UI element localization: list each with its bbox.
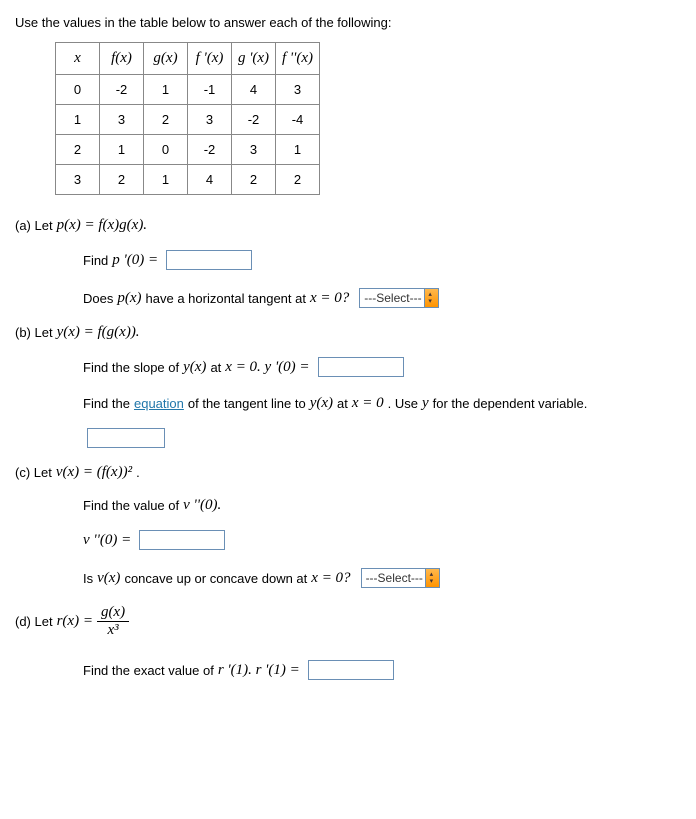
c-conc-expr: v(x) — [97, 570, 120, 587]
b-tan2: of the tangent line to — [188, 396, 306, 411]
b-tan1: Find the — [83, 396, 130, 411]
c-conc1: Is — [83, 571, 93, 586]
table-header-row: x f(x) g(x) f '(x) g '(x) f ''(x) — [56, 43, 320, 75]
input-c-vpp0[interactable] — [139, 530, 225, 550]
part-d-label: (d) Let — [15, 614, 53, 629]
frac-den: x³ — [97, 622, 129, 639]
input-a-pprime0[interactable] — [166, 250, 252, 270]
part-b-def: y(x) = f(g(x)). — [57, 324, 140, 341]
part-a-find-expr: p '(0) = — [112, 252, 158, 269]
input-d-rprime1[interactable] — [308, 660, 394, 680]
part-d: (d) Let r(x) = g(x) x³ Find the exact va… — [15, 604, 681, 680]
input-b-tangent[interactable] — [87, 428, 165, 448]
select-a-horizontal[interactable]: ---Select--- — [359, 288, 438, 308]
part-b: (b) Let y(x) = f(g(x)). Find the slope o… — [15, 324, 681, 448]
b-slope-expr1: y(x) — [183, 359, 206, 376]
c-find-expr: v ''(0). — [183, 497, 221, 514]
b-tan5: for the dependent variable. — [433, 396, 588, 411]
a-horiz-expr: p(x) — [117, 290, 141, 307]
d-find-expr: r '(1). r '(1) = — [218, 662, 300, 679]
th-fppx: f ''(x) — [276, 43, 320, 75]
part-a-find: Find — [83, 253, 108, 268]
th-gx: g(x) — [144, 43, 188, 75]
b-slope1: Find the slope of — [83, 360, 179, 375]
input-b-yprime0[interactable] — [318, 357, 404, 377]
intro-text: Use the values in the table below to ans… — [15, 15, 681, 30]
table-row: 0-21-143 — [56, 75, 320, 105]
select-placeholder: ---Select--- — [366, 571, 425, 585]
chevron-updown-icon — [425, 569, 439, 587]
b-tan-at: x = 0 — [352, 395, 384, 412]
th-fpx: f '(x) — [188, 43, 232, 75]
c-find: Find the value of — [83, 498, 179, 513]
part-a-label: (a) Let — [15, 218, 53, 233]
a-horiz1: Does — [83, 291, 113, 306]
part-a-def: p(x) = f(x)g(x). — [57, 217, 147, 234]
table-row: 210-231 — [56, 135, 320, 165]
table-row: 1323-2-4 — [56, 105, 320, 135]
equation-link[interactable]: equation — [134, 396, 184, 411]
frac-num: g(x) — [97, 604, 129, 622]
th-fx: f(x) — [100, 43, 144, 75]
th-x: x — [56, 43, 100, 75]
data-table: x f(x) g(x) f '(x) g '(x) f ''(x) 0-21-1… — [55, 42, 320, 195]
part-c-label: (c) Let — [15, 465, 52, 480]
part-c-period: . — [136, 465, 140, 480]
part-b-label: (b) Let — [15, 325, 53, 340]
c-eq: v ''(0) = — [83, 532, 131, 549]
d-find1: Find the exact value of — [83, 663, 214, 678]
c-conc-at: x = 0? — [311, 570, 350, 587]
d-rlhs: r(x) = — [57, 613, 93, 630]
b-tan-var: y — [422, 395, 429, 412]
table-row: 321422 — [56, 165, 320, 195]
part-c-def: v(x) = (f(x))² — [56, 464, 132, 481]
th-gpx: g '(x) — [232, 43, 276, 75]
b-tan4: . Use — [388, 396, 418, 411]
select-c-concavity[interactable]: ---Select--- — [361, 568, 440, 588]
a-horiz-at: x = 0? — [310, 290, 349, 307]
fraction-gx-over-x3: g(x) x³ — [97, 604, 129, 638]
b-slope-at: x = 0. y '(0) = — [225, 359, 309, 376]
a-horiz2: have a horizontal tangent at — [146, 291, 306, 306]
part-a: (a) Let p(x) = f(x)g(x). Find p '(0) = D… — [15, 217, 681, 308]
b-slope2: at — [210, 360, 221, 375]
part-c: (c) Let v(x) = (f(x))². Find the value o… — [15, 464, 681, 588]
c-conc2: concave up or concave down at — [124, 571, 307, 586]
b-tan3: at — [337, 396, 348, 411]
b-tan-expr: y(x) — [310, 395, 333, 412]
select-placeholder: ---Select--- — [364, 291, 423, 305]
chevron-updown-icon — [424, 289, 438, 307]
